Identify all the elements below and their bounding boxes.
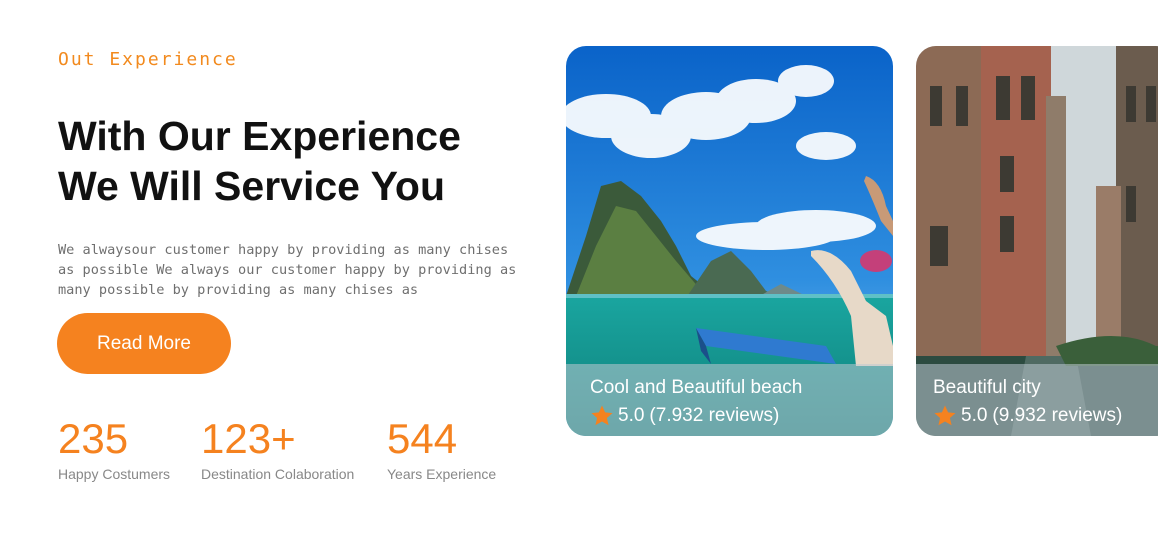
stat-years-experience: 544 Years Experience bbox=[387, 414, 496, 482]
card-rating: 5.0 (7.932 reviews) bbox=[590, 404, 779, 428]
stat-happy-customers: 235 Happy Costumers bbox=[58, 414, 170, 482]
star-icon bbox=[591, 405, 613, 426]
rating-score: 5.0 bbox=[961, 405, 988, 426]
section-description: We alwaysour customer happy by providing… bbox=[58, 242, 517, 298]
star-icon bbox=[934, 405, 956, 426]
card-rating: 5.0 (9.932 reviews) bbox=[933, 404, 1122, 428]
destination-card-beach[interactable]: Cool and Beautiful beach 5.0 (7.932 revi… bbox=[566, 46, 893, 436]
rating-reviews: (9.932 reviews) bbox=[992, 405, 1123, 426]
rating-score: 5.0 bbox=[618, 405, 645, 426]
rating-reviews: (7.932 reviews) bbox=[649, 405, 780, 426]
stat-label: Happy Costumers bbox=[58, 466, 171, 482]
stat-label: Destination Colaboration bbox=[201, 466, 355, 482]
stat-label: Years Experience bbox=[387, 466, 497, 482]
headline-line-2: We Will Service You bbox=[58, 163, 445, 209]
stat-destination-collaboration: 123+ Destination Colaboration bbox=[201, 414, 354, 482]
stat-value: 235 bbox=[58, 415, 129, 462]
read-more-button[interactable]: Read More bbox=[57, 313, 231, 374]
section-eyebrow: Out Experience bbox=[58, 49, 238, 70]
card-title: Cool and Beautiful beach bbox=[590, 377, 803, 398]
stat-value: 123+ bbox=[201, 415, 296, 462]
card-title: Beautiful city bbox=[933, 377, 1041, 398]
destination-card-city[interactable]: Beautiful city 5.0 (9.932 reviews) bbox=[916, 46, 1158, 436]
section-headline: With Our Experience We Will Service You bbox=[58, 111, 528, 211]
stat-value: 544 bbox=[387, 415, 458, 462]
headline-line-1: With Our Experience bbox=[58, 113, 461, 159]
